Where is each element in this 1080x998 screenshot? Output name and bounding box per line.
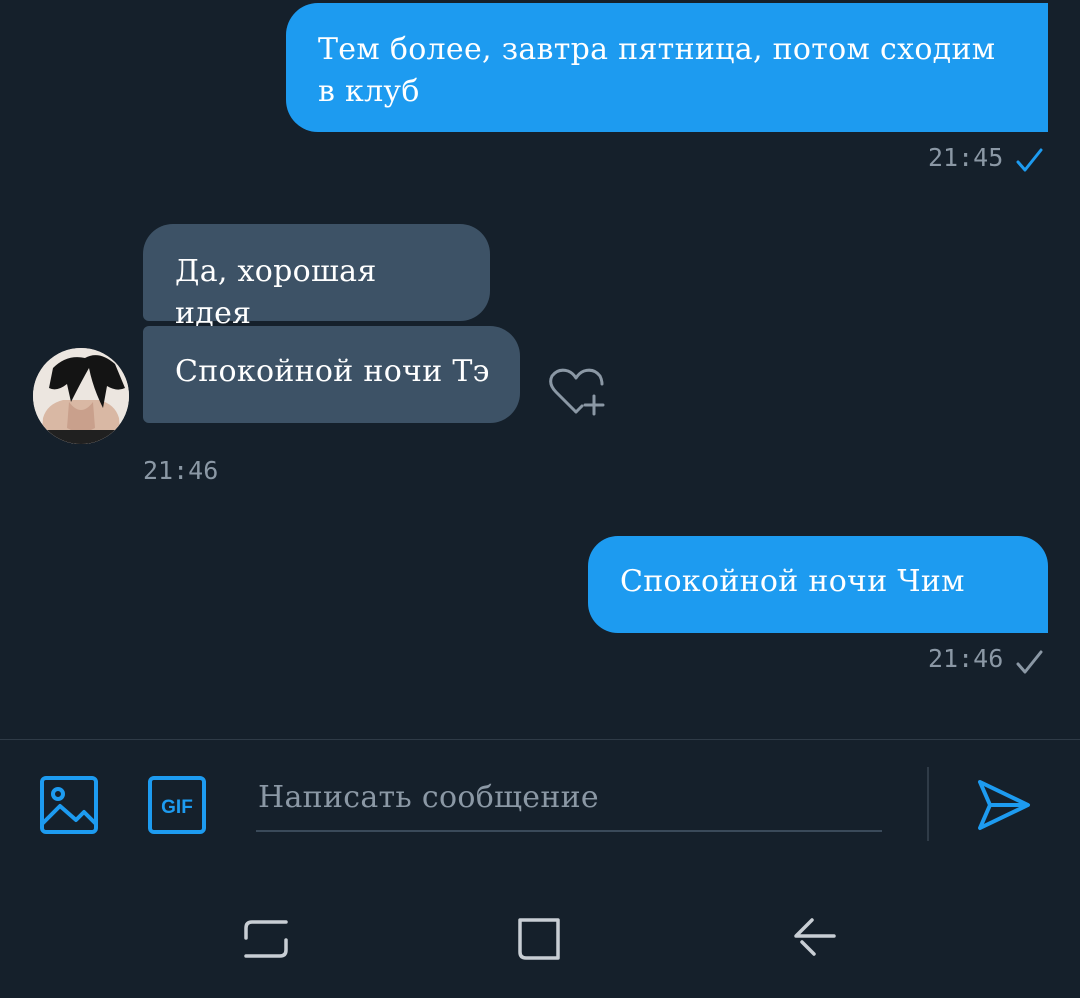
message-text: Да, хорошая идея: [175, 254, 377, 331]
home-icon[interactable]: [510, 908, 570, 968]
composer-divider: [0, 739, 1080, 740]
recents-icon[interactable]: [236, 908, 296, 968]
message-timestamp: 21:46: [928, 644, 1004, 673]
message-text: Спокойной ночи Тэ: [175, 354, 490, 389]
message-text: Тем более, завтра пятница, потом сходим …: [318, 32, 996, 109]
send-icon[interactable]: [972, 774, 1036, 836]
dm-conversation-screen: Тем более, завтра пятница, потом сходим …: [0, 0, 1080, 998]
incoming-message-bubble[interactable]: Да, хорошая идея: [143, 224, 490, 331]
avatar-image: [33, 348, 129, 444]
outgoing-message-bubble[interactable]: Тем более, завтра пятница, потом сходим …: [286, 3, 1048, 132]
avatar[interactable]: [33, 348, 129, 444]
system-nav-bar: [0, 866, 1080, 998]
gif-icon[interactable]: GIF: [146, 774, 208, 836]
message-timestamp: 21:46: [143, 456, 219, 485]
back-icon[interactable]: [784, 908, 844, 968]
outgoing-message-bubble[interactable]: Спокойной ночи Чим: [588, 536, 1048, 633]
heart-plus-icon[interactable]: [544, 364, 608, 420]
image-icon[interactable]: [38, 774, 100, 836]
check-icon: [1016, 148, 1043, 172]
message-text: Спокойной ночи Чим: [620, 564, 965, 599]
message-input[interactable]: [256, 772, 882, 832]
check-icon: [1016, 650, 1043, 674]
send-divider: [927, 767, 929, 841]
message-timestamp: 21:45: [928, 143, 1004, 172]
gif-label: GIF: [161, 797, 193, 818]
incoming-message-bubble[interactable]: Спокойной ночи Тэ: [143, 326, 520, 423]
